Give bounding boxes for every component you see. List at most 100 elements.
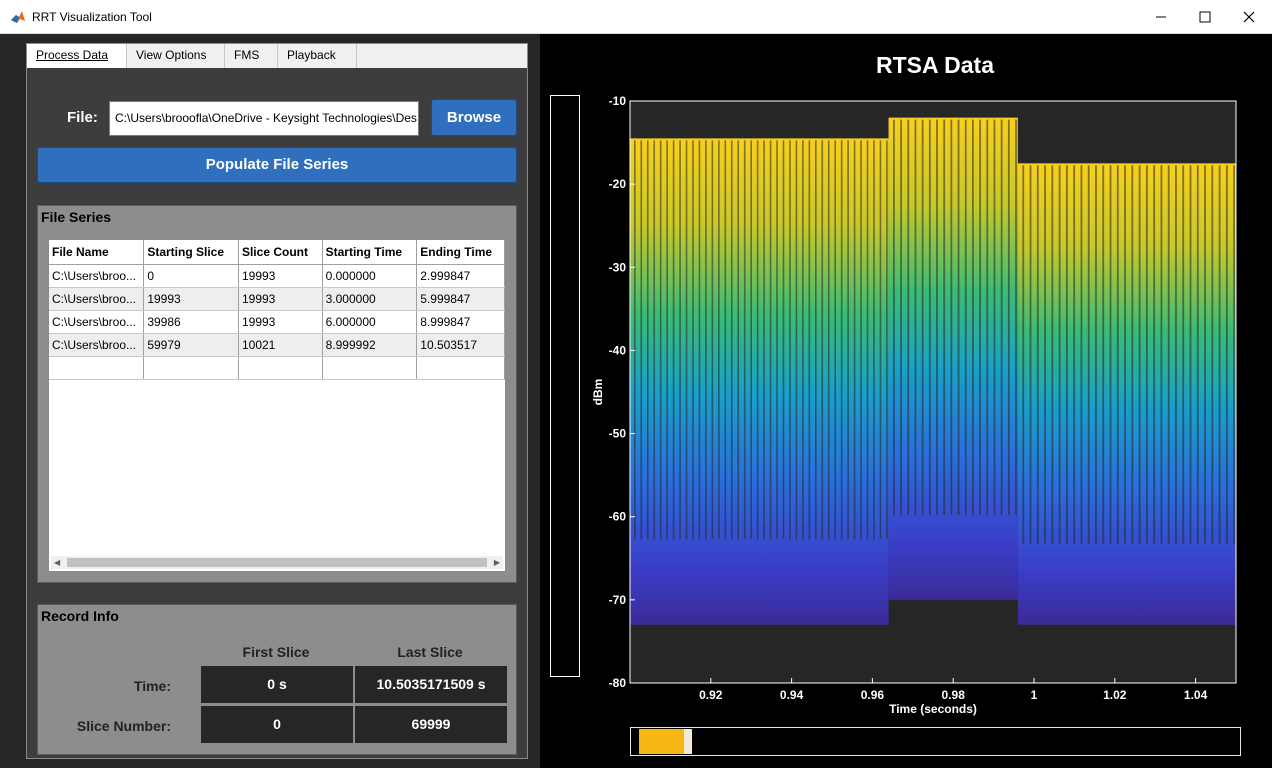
burst-gap — [1058, 165, 1061, 544]
scroll-right-icon[interactable]: ▶ — [494, 558, 500, 567]
burst-gap — [750, 140, 752, 540]
table-cell[interactable]: C:\Users\broo... — [49, 264, 145, 288]
table-row[interactable]: C:\Users\broo... 0 19993 0.000000 2.9998… — [49, 264, 505, 288]
maximize-button[interactable] — [1182, 0, 1228, 34]
x-tick-label: 0.92 — [699, 688, 723, 702]
burst-gap — [1225, 165, 1228, 544]
populate-file-series-button[interactable]: Populate File Series — [37, 147, 517, 183]
tab-bar: Process Data View Options FMS Playback — [27, 44, 527, 68]
file-series-table-container[interactable]: File Name Starting Slice Slice Count Sta… — [48, 239, 506, 572]
time-label: Time: — [133, 678, 171, 694]
tab-view-options[interactable]: View Options — [127, 44, 225, 68]
table-cell[interactable]: 19993 — [143, 287, 239, 311]
first-slice-header: First Slice — [242, 644, 310, 660]
burst-gap — [1044, 165, 1046, 544]
burst-gap — [914, 119, 917, 516]
file-path-input[interactable]: C:\Users\brooofla\OneDrive - Keysight Te… — [109, 101, 419, 136]
burst-gap — [950, 119, 953, 516]
burst-gap — [776, 140, 778, 540]
burst-gap — [730, 140, 733, 540]
table-cell[interactable] — [322, 356, 418, 380]
y-tick-label: -80 — [609, 676, 627, 690]
column-header[interactable]: Slice Count — [238, 240, 323, 265]
slider-range-fill[interactable] — [639, 729, 684, 754]
table-row-empty[interactable] — [49, 356, 505, 380]
burst-gap — [873, 140, 875, 540]
burst-gap — [1196, 165, 1199, 544]
table-cell[interactable] — [143, 356, 239, 380]
table-cell[interactable]: C:\Users\broo... — [49, 287, 145, 311]
x-tick-label: 1 — [1031, 688, 1038, 702]
spectrum-segment — [1017, 163, 1236, 625]
tab-fms[interactable]: FMS — [225, 44, 278, 68]
scroll-left-icon[interactable]: ◀ — [54, 558, 60, 567]
table-cell[interactable]: 8.999847 — [416, 310, 505, 334]
burst-gap — [1124, 165, 1126, 544]
table-cell[interactable]: 0.000000 — [322, 264, 418, 288]
burst-gap — [718, 140, 720, 540]
burst-gap — [979, 119, 981, 516]
burst-gap — [821, 140, 824, 540]
close-button[interactable] — [1226, 0, 1272, 34]
slider-handle[interactable] — [684, 729, 692, 754]
table-cell[interactable]: 19993 — [238, 287, 323, 311]
column-header[interactable]: Starting Time — [322, 240, 418, 265]
table-cell[interactable]: 2.999847 — [416, 264, 505, 288]
column-header[interactable]: Ending Time — [416, 240, 505, 265]
burst-gap — [834, 140, 837, 540]
y-tick-label: -40 — [609, 343, 627, 357]
burst-gap — [685, 140, 688, 540]
table-cell[interactable]: 39986 — [143, 310, 239, 334]
burst-gap — [986, 119, 989, 516]
table-cell[interactable]: 10.503517 — [416, 333, 505, 357]
burst-gap — [840, 140, 843, 540]
table-cell[interactable]: C:\Users\broo... — [49, 310, 145, 334]
burst-gap — [900, 119, 902, 516]
burst-gap — [1073, 165, 1076, 544]
burst-gap — [808, 140, 811, 540]
table-cell[interactable] — [49, 356, 145, 380]
y-axis-label: dBm — [591, 379, 605, 406]
table-cell[interactable] — [238, 356, 323, 380]
process-data-tab-content: File: C:\Users\brooofla\OneDrive - Keysi… — [27, 68, 527, 758]
window-title: RRT Visualization Tool — [32, 10, 152, 24]
table-row[interactable]: C:\Users\broo... 39986 19993 6.000000 8.… — [49, 310, 505, 334]
burst-gap — [1007, 119, 1010, 516]
burst-gap — [1000, 119, 1003, 516]
spectrum-segment — [630, 138, 889, 625]
x-tick-label: 1.04 — [1184, 688, 1208, 702]
burst-gap — [763, 140, 765, 540]
slice-number-label: Slice Number: — [76, 718, 171, 734]
x-tick-label: 0.98 — [942, 688, 966, 702]
record-info-title: Record Info — [41, 608, 119, 624]
playback-slider[interactable] — [630, 727, 1241, 756]
table-cell[interactable]: 3.000000 — [322, 287, 418, 311]
tab-playback[interactable]: Playback — [278, 44, 357, 68]
rtsa-plot[interactable]: 0.92 0.94 0.96 0.98 1 1.02 1.04 -10 -20 -30 -40 -50… — [540, 34, 1272, 724]
table-row[interactable]: C:\Users\broo... 59979 10021 8.999992 10… — [49, 333, 505, 357]
minimize-button[interactable] — [1138, 0, 1184, 34]
burst-gap — [692, 140, 694, 540]
burst-gap — [1189, 165, 1192, 544]
scrollbar-thumb[interactable] — [67, 558, 487, 567]
tab-process-data[interactable]: Process Data — [27, 44, 127, 68]
table-cell[interactable] — [416, 356, 505, 380]
table-cell[interactable]: 8.999992 — [322, 333, 418, 357]
table-cell[interactable]: 0 — [143, 264, 239, 288]
table-cell[interactable]: 19993 — [238, 310, 323, 334]
table-row[interactable]: C:\Users\broo... 19993 19993 3.000000 5.… — [49, 287, 505, 311]
column-header[interactable]: File Name — [49, 240, 145, 265]
table-cell[interactable]: C:\Users\broo... — [49, 333, 145, 357]
table-cell[interactable]: 59979 — [143, 333, 239, 357]
table-cell[interactable]: 6.000000 — [322, 310, 418, 334]
horizontal-scrollbar[interactable]: ◀ ▶ — [51, 556, 503, 569]
x-tick-label: 1.02 — [1103, 688, 1127, 702]
table-cell[interactable]: 19993 — [238, 264, 323, 288]
table-cell[interactable]: 5.999847 — [416, 287, 505, 311]
burst-gap — [1204, 165, 1206, 544]
column-header[interactable]: Starting Slice — [143, 240, 239, 265]
browse-button[interactable]: Browse — [431, 99, 517, 136]
table-cell[interactable]: 10021 — [238, 333, 323, 357]
left-panel-background: Process Data View Options FMS Playback F… — [0, 34, 540, 768]
file-label: File: — [67, 109, 98, 126]
